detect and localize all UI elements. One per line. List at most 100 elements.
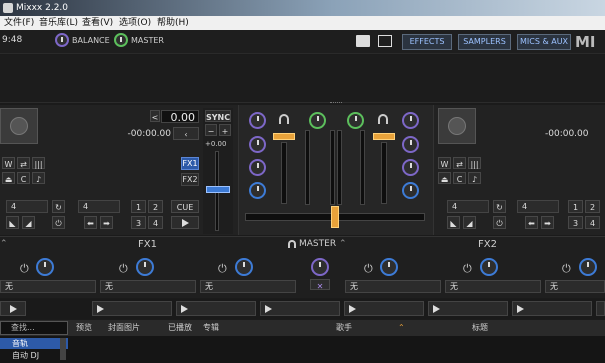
sampler-1-play-button[interactable] <box>0 301 26 316</box>
right-gain-knob[interactable] <box>402 112 419 129</box>
sampler-4-play-button[interactable] <box>260 301 340 316</box>
hotcue-2[interactable]: 2 <box>148 200 163 213</box>
fx1-slot2-select[interactable]: 无 <box>100 280 196 293</box>
tree-item-tracks[interactable]: 音轨 <box>0 338 68 349</box>
library-toggle-icon[interactable] <box>356 35 370 47</box>
hotcue-4[interactable]: 4 <box>148 216 163 229</box>
fx2-slot3-knob[interactable] <box>579 258 597 276</box>
right-quantize-icon[interactable]: ♪ <box>468 172 481 184</box>
right-volume-fader-handle[interactable] <box>373 133 395 140</box>
sampler-5-play-button[interactable] <box>344 301 424 316</box>
right-headphone-icon[interactable] <box>378 114 388 124</box>
right-beatgrid-icon[interactable]: ||| <box>468 157 481 169</box>
right-loop-icon[interactable]: C <box>453 172 466 184</box>
column-played[interactable]: 已播放 <box>168 320 192 336</box>
fx2-slot1-knob[interactable] <box>380 258 398 276</box>
fx-headphone-icon[interactable] <box>288 240 296 248</box>
pitch-plus-button[interactable]: + <box>219 124 231 136</box>
right-filter-knob[interactable] <box>347 112 364 129</box>
effects-button[interactable]: EFFECTS <box>402 34 452 50</box>
right-hotcue-3[interactable]: 3 <box>568 216 583 229</box>
fx1-slot1-select[interactable]: 无 <box>0 280 96 293</box>
right-eq-high-knob[interactable] <box>402 136 419 153</box>
column-preview[interactable]: 预览 <box>76 320 92 336</box>
loop-out-icon[interactable]: ◢ <box>22 216 35 229</box>
beatjump-forward-icon[interactable]: ➡ <box>100 216 113 229</box>
fx1-slot1-power-icon[interactable]: ⏻ <box>20 262 29 276</box>
right-power-icon[interactable]: ⏻ <box>493 216 506 229</box>
left-eq-high-knob[interactable] <box>249 136 266 153</box>
right-loop-size-select-2[interactable]: 4 <box>517 200 559 213</box>
column-album[interactable]: 专辑 <box>203 320 219 336</box>
bpm-tap-icon[interactable]: < <box>150 110 160 122</box>
menu-help[interactable]: 帮助(H) <box>157 16 189 30</box>
fx2-collapse-icon[interactable]: ⌃ <box>339 239 347 249</box>
right-beatjump-forward-icon[interactable]: ➡ <box>541 216 554 229</box>
right-repeat-icon[interactable]: W <box>438 157 451 169</box>
power-icon[interactable]: ⏻ <box>52 216 65 229</box>
right-hotcue-2[interactable]: 2 <box>585 200 600 213</box>
cue-button[interactable]: CUE <box>171 200 199 213</box>
library-search-input[interactable]: 查找... <box>0 321 68 335</box>
sampler-2-play-button[interactable] <box>92 301 172 316</box>
pitch-fader-handle[interactable] <box>206 186 230 193</box>
waveform-area[interactable] <box>0 55 605 103</box>
sampler-6-play-button[interactable] <box>428 301 508 316</box>
fx1-slot3-select[interactable]: 无 <box>200 280 296 293</box>
left-filter-knob[interactable] <box>309 112 326 129</box>
samplers-button[interactable]: SAMPLERS <box>458 34 511 50</box>
fx2-slot1-power-icon[interactable]: ⏻ <box>364 262 373 276</box>
right-loop-in-icon[interactable]: ◣ <box>447 216 460 229</box>
repeat-icon[interactable]: W <box>2 157 15 169</box>
right-loop-toggle-icon[interactable]: ↻ <box>493 200 506 213</box>
fx1-mix-knob[interactable] <box>311 258 329 276</box>
eject-icon[interactable]: ⏏ <box>2 172 15 184</box>
left-gain-knob[interactable] <box>249 112 266 129</box>
fx1-slot3-knob[interactable] <box>235 258 253 276</box>
column-cover-art[interactable]: 封面图片 <box>108 320 140 336</box>
deck-left-fx1-button[interactable]: FX1 <box>181 157 199 170</box>
loop-in-icon[interactable]: ◣ <box>6 216 19 229</box>
deck-left-fx2-button[interactable]: FX2 <box>181 173 199 186</box>
bpm-display[interactable]: 0.00 <box>161 110 199 124</box>
fx2-slot1-select[interactable]: 无 <box>345 280 441 293</box>
sampler-8-play-button[interactable] <box>596 301 605 316</box>
menu-view[interactable]: 查看(V) <box>82 16 113 30</box>
loop-size-select-1[interactable]: 4 <box>6 200 48 213</box>
balance-knob[interactable] <box>55 33 69 47</box>
fx2-slot3-select[interactable]: 无 <box>545 280 605 293</box>
column-artist[interactable]: 歌手 <box>336 320 352 336</box>
fx2-slot2-knob[interactable] <box>480 258 498 276</box>
right-reverse-icon[interactable]: ⇄ <box>453 157 466 169</box>
menu-file[interactable]: 文件(F) <box>4 16 34 30</box>
loop-size-select-2[interactable]: 4 <box>78 200 120 213</box>
tree-scrollbar[interactable] <box>60 338 66 360</box>
right-eq-low-knob[interactable] <box>402 182 419 199</box>
reverse-icon[interactable]: ⇄ <box>17 157 30 169</box>
crossfader-handle[interactable] <box>331 206 339 228</box>
fx1-slot2-power-icon[interactable]: ⏻ <box>119 262 128 276</box>
mics-aux-button[interactable]: MICS & AUX <box>517 34 571 50</box>
column-title[interactable]: 标题 <box>472 320 488 336</box>
hotcue-1[interactable]: 1 <box>131 200 146 213</box>
beatgrid-icon[interactable]: ||| <box>32 157 45 169</box>
left-eq-low-knob[interactable] <box>249 182 266 199</box>
right-loop-out-icon[interactable]: ◢ <box>463 216 476 229</box>
menu-library[interactable]: 音乐库(L) <box>39 16 78 30</box>
pitch-minus-button[interactable]: − <box>205 124 217 136</box>
master-gain-knob[interactable] <box>114 33 128 47</box>
loop-toggle-icon[interactable]: ↻ <box>52 200 65 213</box>
right-loop-size-select-1[interactable]: 4 <box>447 200 489 213</box>
left-volume-fader-handle[interactable] <box>273 133 295 140</box>
fx1-slot2-knob[interactable] <box>136 258 154 276</box>
right-beatjump-back-icon[interactable]: ⬅ <box>525 216 538 229</box>
play-button[interactable] <box>171 216 199 229</box>
sync-button[interactable]: SYNC <box>205 110 231 122</box>
right-hotcue-4[interactable]: 4 <box>585 216 600 229</box>
loop-icon[interactable]: C <box>17 172 30 184</box>
tree-item-auto-dj[interactable]: 自动 DJ <box>0 350 68 361</box>
right-eq-mid-knob[interactable] <box>402 159 419 176</box>
fx1-collapse-icon[interactable]: ⌃ <box>0 239 8 249</box>
menu-options[interactable]: 选项(O) <box>119 16 151 30</box>
fx2-slot3-power-icon[interactable]: ⏻ <box>562 262 571 276</box>
